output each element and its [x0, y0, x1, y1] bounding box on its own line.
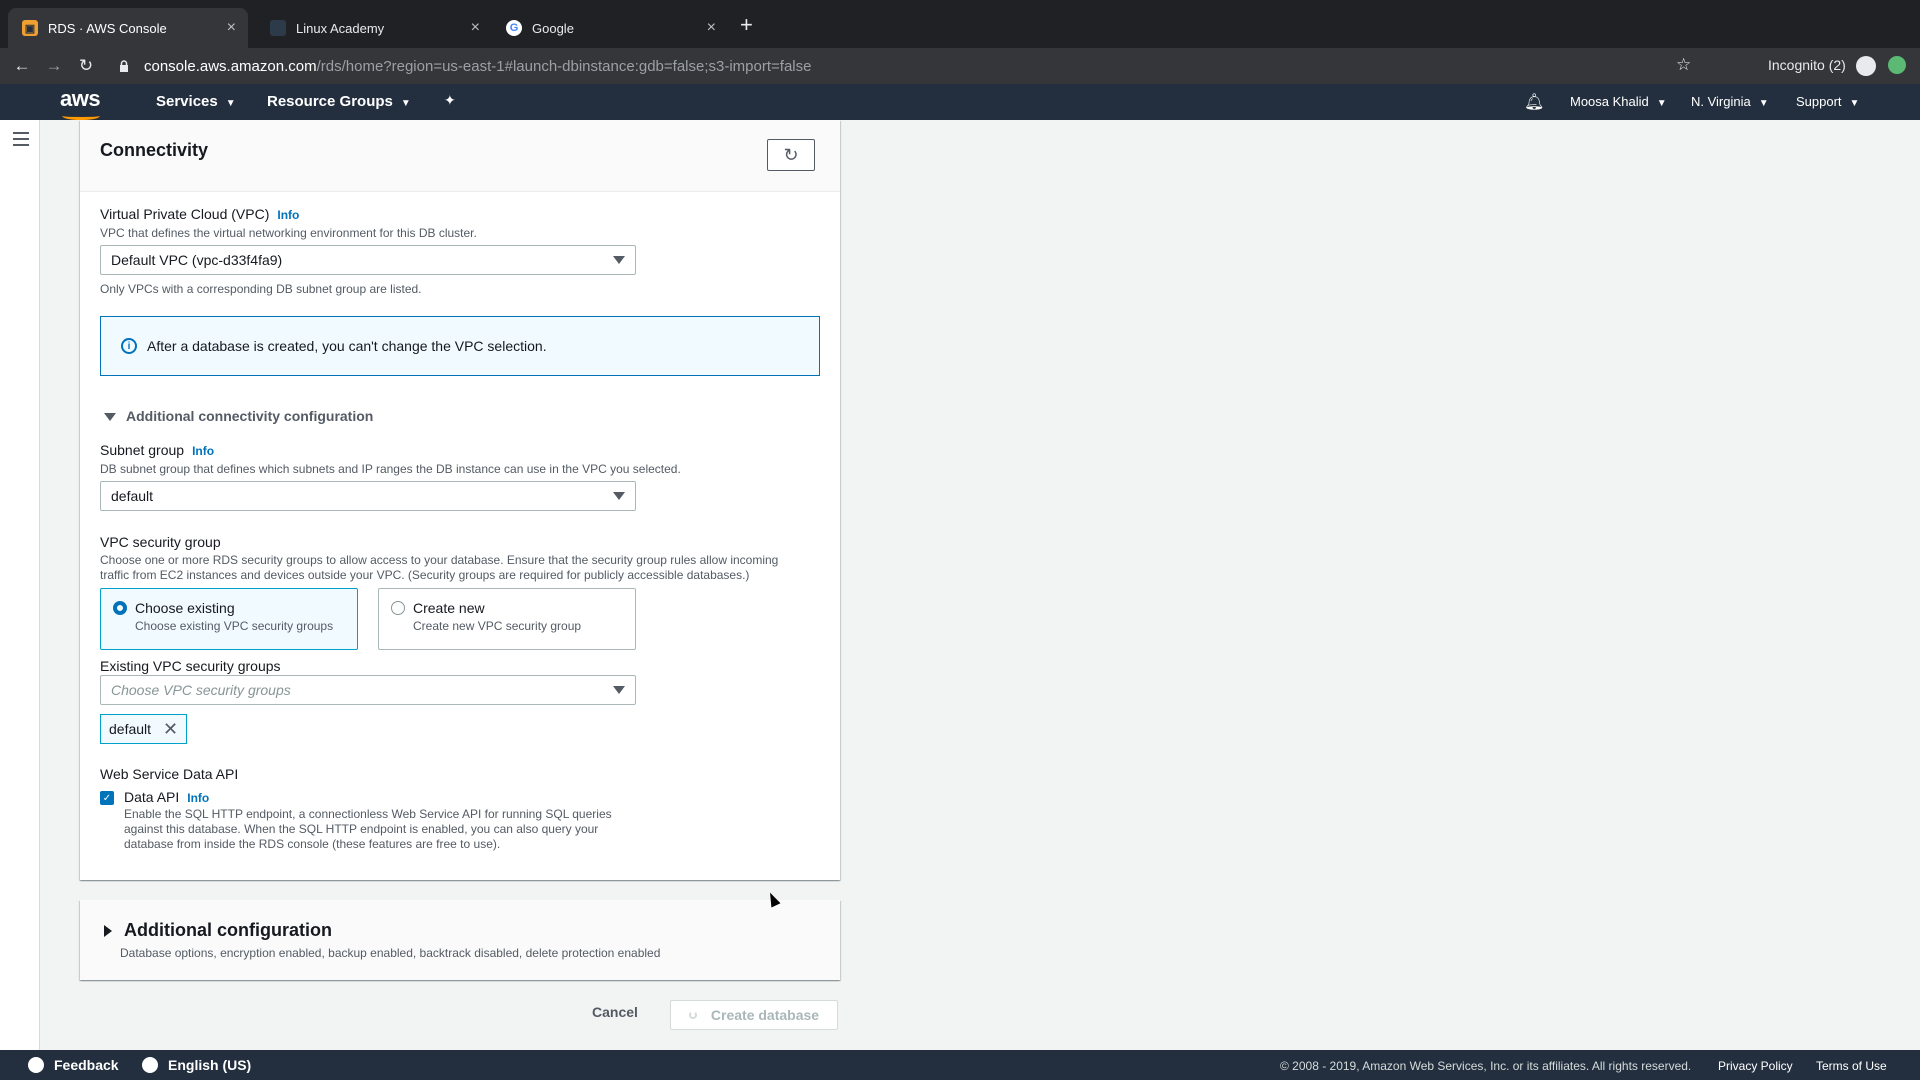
- loading-spinner-icon: [688, 1011, 697, 1019]
- cancel-button[interactable]: Cancel: [592, 1004, 638, 1020]
- option-title: Create new: [413, 600, 485, 616]
- aws-logo[interactable]: aws: [60, 86, 101, 120]
- browser-toolbar: ← → ↻ console.aws.amazon.com/rds/home?re…: [0, 48, 1920, 84]
- aws-top-nav: aws Services ▼ Resource Groups ▼ ✦ 🔔︎ Moos…: [0, 84, 1920, 120]
- extension-icon[interactable]: [1888, 56, 1906, 74]
- footer: Feedback English (US) © 2008 - 2019, Ama…: [0, 1050, 1920, 1080]
- bell-icon[interactable]: 🔔︎: [1524, 92, 1544, 112]
- data-api-info-link[interactable]: Info: [187, 791, 209, 805]
- checkmark-icon: ✓: [102, 792, 112, 804]
- create-database-button[interactable]: Create database: [670, 1000, 838, 1030]
- bookmark-star-icon[interactable]: ☆: [1676, 55, 1691, 75]
- hamburger-menu-icon[interactable]: [13, 132, 29, 150]
- option-description: Choose existing VPC security groups: [135, 619, 334, 633]
- aws-favicon-icon: ▣: [22, 20, 38, 36]
- chevron-down-icon: ▼: [1758, 98, 1769, 109]
- dropdown-arrow-icon: [613, 492, 625, 500]
- tab-linux-academy[interactable]: Linux Academy ×: [256, 8, 492, 48]
- new-tab-icon[interactable]: +: [740, 12, 753, 38]
- subnet-group-label: Subnet group Info: [100, 442, 215, 458]
- additional-configuration-description: Database options, encryption enabled, ba…: [120, 946, 661, 960]
- additional-connectivity-toggle[interactable]: Additional connectivity configuration: [104, 408, 373, 424]
- data-api-label: Data API Info: [124, 789, 210, 805]
- existing-security-groups-label: Existing VPC security groups: [100, 658, 281, 674]
- refresh-button[interactable]: ↻: [767, 139, 815, 171]
- subnet-group-select[interactable]: default: [100, 481, 636, 511]
- reload-icon[interactable]: ↻: [74, 54, 98, 78]
- dropdown-arrow-icon: [613, 686, 625, 694]
- vpc-label: Virtual Private Cloud (VPC) Info: [100, 206, 300, 222]
- dropdown-arrow-icon: [613, 256, 625, 264]
- tab-rds[interactable]: ▣ RDS · AWS Console ×: [8, 8, 248, 48]
- services-menu[interactable]: Services ▼: [156, 93, 236, 110]
- language-selector[interactable]: English (US): [142, 1057, 251, 1073]
- vpc-note: Only VPCs with a corresponding DB subnet…: [100, 282, 422, 296]
- incognito-icon[interactable]: [1856, 56, 1876, 76]
- option-title: Choose existing: [135, 600, 235, 616]
- subnet-group-description: DB subnet group that defines which subne…: [100, 462, 681, 476]
- chevron-down-icon: ▼: [1849, 98, 1860, 109]
- terms-of-use-link[interactable]: Terms of Use: [1816, 1059, 1887, 1073]
- incognito-label: Incognito (2): [1768, 57, 1846, 73]
- caret-right-icon: [104, 924, 112, 937]
- security-group-label: VPC security group: [100, 534, 221, 550]
- panel-header: Connectivity ↻: [80, 120, 840, 192]
- copyright: © 2008 - 2019, Amazon Web Services, Inc.…: [1280, 1059, 1692, 1073]
- left-rail: [0, 120, 40, 1050]
- linux-academy-favicon-icon: [270, 20, 286, 36]
- connectivity-panel: Connectivity ↻ Virtual Private Cloud (VP…: [80, 120, 840, 880]
- subnet-info-link[interactable]: Info: [192, 444, 214, 458]
- privacy-policy-link[interactable]: Privacy Policy: [1718, 1059, 1793, 1073]
- web-service-label: Web Service Data API: [100, 766, 239, 782]
- info-circle-icon: i: [121, 338, 137, 354]
- tab-label: RDS · AWS Console: [48, 20, 167, 36]
- vpc-description: VPC that defines the virtual networking …: [100, 226, 477, 240]
- create-new-option[interactable]: Create new Create new VPC security group: [378, 588, 636, 650]
- security-group-token: default ✕: [100, 714, 188, 744]
- feedback-icon: [28, 1057, 44, 1073]
- refresh-icon: ↻: [783, 144, 799, 165]
- globe-icon: [142, 1057, 158, 1073]
- chevron-down-icon: ▼: [225, 98, 236, 109]
- resource-groups-menu[interactable]: Resource Groups ▼: [267, 93, 411, 110]
- tab-label: Google: [532, 20, 574, 36]
- security-group-description: Choose one or more RDS security groups t…: [100, 553, 779, 582]
- pin-icon[interactable]: ✦: [444, 92, 456, 109]
- region-menu[interactable]: N. Virginia ▼: [1691, 94, 1769, 109]
- panel-title: Connectivity: [100, 140, 209, 160]
- browser-tab-bar: ▣ RDS · AWS Console × Linux Academy × G …: [0, 0, 1920, 48]
- lock-icon: [120, 60, 128, 72]
- data-api-description: Enable the SQL HTTP endpoint, a connecti…: [124, 807, 612, 851]
- radio-selected[interactable]: [113, 601, 127, 615]
- choose-existing-option[interactable]: Choose existing Choose existing VPC secu…: [100, 588, 358, 650]
- user-menu[interactable]: Moosa Khalid ▼: [1570, 94, 1667, 109]
- option-description: Create new VPC security group: [413, 619, 582, 633]
- vpc-info-link[interactable]: Info: [277, 208, 299, 222]
- caret-down-icon: [104, 413, 116, 421]
- additional-configuration-panel[interactable]: Additional configuration Database option…: [80, 900, 840, 980]
- back-icon[interactable]: ←: [10, 54, 34, 78]
- additional-configuration-toggle[interactable]: Additional configuration: [104, 920, 332, 941]
- vpc-select[interactable]: Default VPC (vpc-d33f4fa9): [100, 245, 636, 275]
- support-menu[interactable]: Support ▼: [1796, 94, 1859, 109]
- chevron-down-icon: ▼: [400, 98, 411, 109]
- data-api-checkbox[interactable]: ✓: [100, 791, 114, 805]
- vpc-info-alert: i After a database is created, you can't …: [100, 316, 820, 376]
- close-icon[interactable]: ×: [227, 19, 236, 37]
- forward-icon[interactable]: →: [42, 54, 66, 78]
- close-icon[interactable]: ×: [707, 19, 716, 37]
- url-host: console.aws.amazon.com: [144, 57, 317, 75]
- tab-label: Linux Academy: [296, 20, 385, 36]
- address-bar[interactable]: console.aws.amazon.com/rds/home?region=u…: [118, 51, 1688, 81]
- chevron-down-icon: ▼: [1656, 98, 1667, 109]
- feedback-link[interactable]: Feedback: [28, 1057, 119, 1073]
- url-path: /rds/home?region=us-east-1#launch-dbinst…: [316, 57, 812, 75]
- tab-google[interactable]: G Google ×: [492, 8, 728, 48]
- security-groups-select[interactable]: Choose VPC security groups: [100, 675, 636, 705]
- radio-unselected[interactable]: [391, 601, 405, 615]
- close-icon[interactable]: ×: [471, 19, 480, 37]
- google-favicon-icon: G: [506, 20, 522, 36]
- remove-token-icon[interactable]: ✕: [163, 719, 178, 740]
